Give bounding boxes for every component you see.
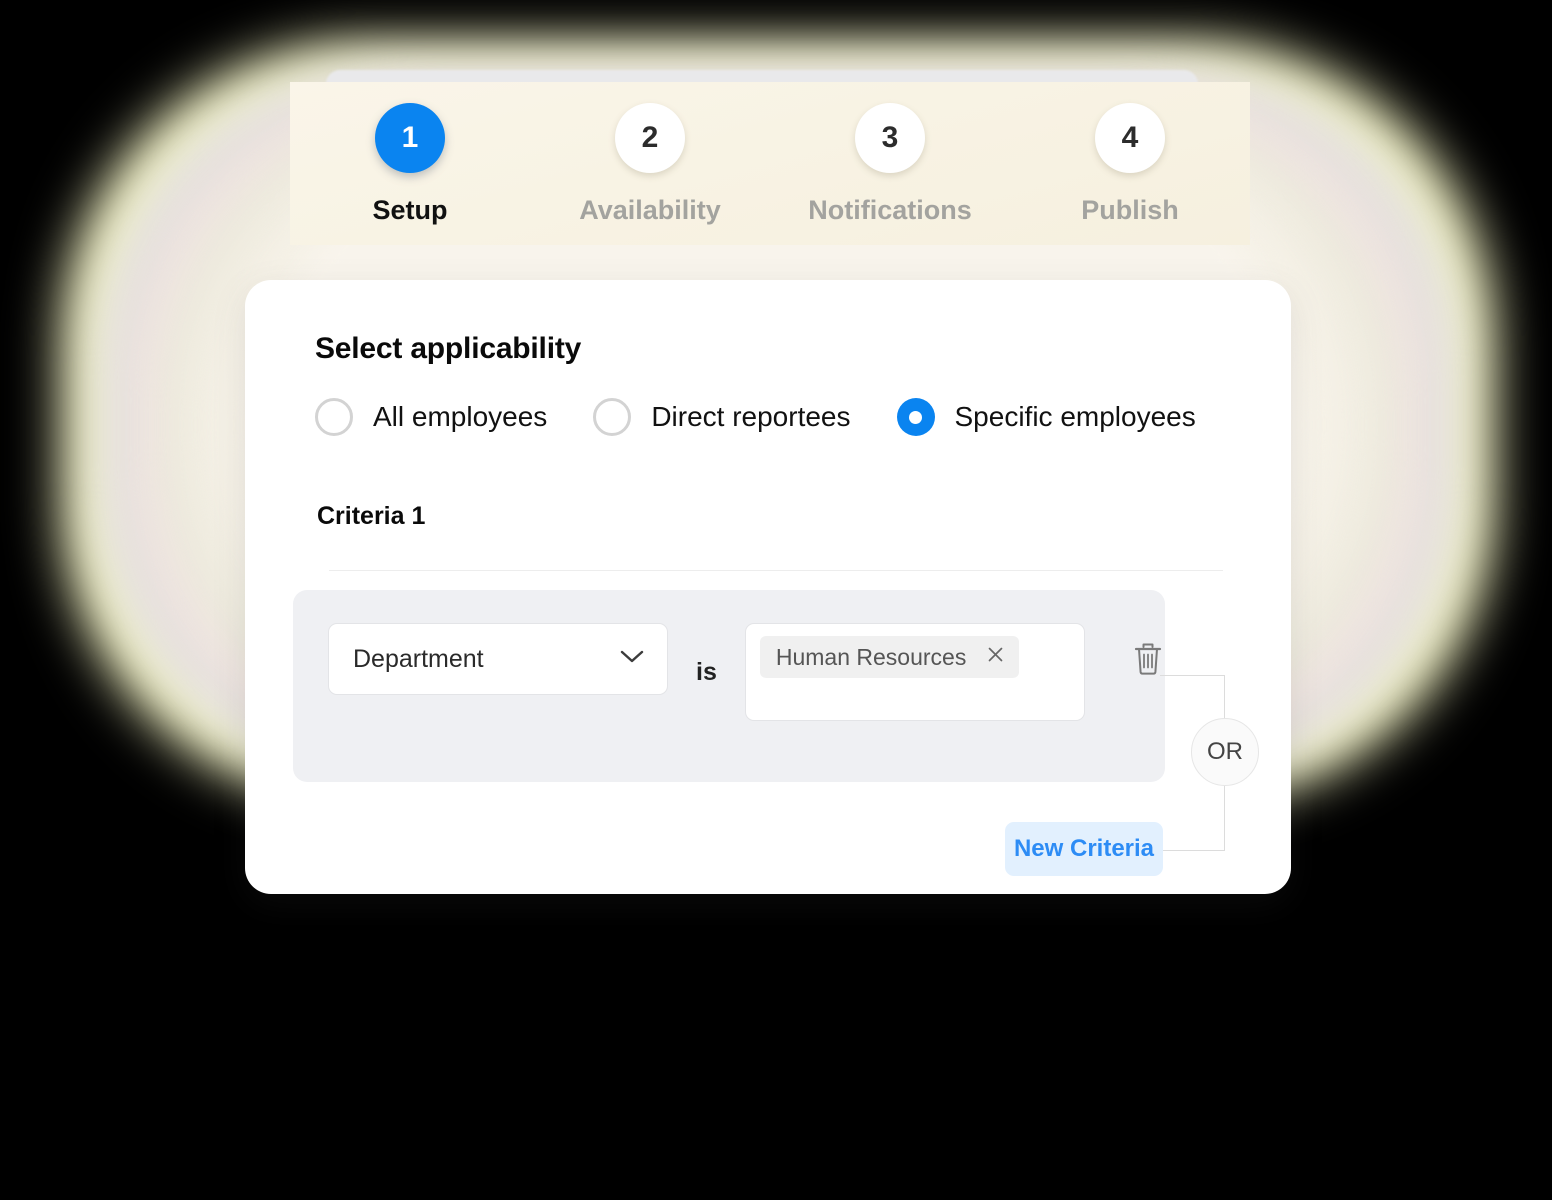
radio-option-all-employees[interactable]: All employees xyxy=(315,398,547,436)
step-item-setup[interactable]: 1 Setup xyxy=(290,82,530,226)
criteria-operator-label: is xyxy=(696,658,717,686)
new-criteria-label: New Criteria xyxy=(1013,835,1155,862)
page-title: Select applicability xyxy=(315,332,582,365)
criteria-row: Department is Human Resources xyxy=(328,623,1167,721)
radio-circle-icon[interactable] xyxy=(315,398,353,436)
step-label: Availability xyxy=(579,195,721,225)
criteria-row-block: Department is Human Resources xyxy=(293,590,1165,782)
criteria-value-chip[interactable]: Human Resources xyxy=(759,636,1020,678)
step-label: Setup xyxy=(372,195,448,225)
step-item-availability[interactable]: 2 Availability xyxy=(530,82,770,226)
step-label: Publish xyxy=(1081,195,1179,225)
radio-label: All employees xyxy=(373,401,548,432)
connector-line-bottom xyxy=(1160,850,1225,851)
radio-label: Direct reportees xyxy=(651,401,851,432)
step-number-badge: 3 xyxy=(855,103,925,173)
trash-icon xyxy=(1132,642,1164,679)
new-criteria-button[interactable]: New Criteria xyxy=(1005,822,1163,876)
section-divider xyxy=(329,570,1223,571)
or-connector-badge: OR xyxy=(1191,718,1259,786)
step-number-badge: 1 xyxy=(375,103,445,173)
step-item-publish[interactable]: 4 Publish xyxy=(1010,82,1250,226)
step-label: Notifications xyxy=(808,195,972,225)
radio-option-specific-employees[interactable]: Specific employees xyxy=(896,398,1196,436)
connector-line-top xyxy=(1160,675,1225,676)
criteria-heading: Criteria 1 xyxy=(317,502,426,530)
criteria-field-value: Department xyxy=(353,644,484,673)
criteria-value-input[interactable]: Human Resources xyxy=(744,623,1085,721)
step-number-badge: 2 xyxy=(615,103,685,173)
step-number-badge: 4 xyxy=(1095,103,1165,173)
criteria-field-select[interactable]: Department xyxy=(328,623,668,695)
radio-label: Specific employees xyxy=(954,401,1196,432)
applicability-radio-group: All employees Direct reportees Specific … xyxy=(315,398,1196,436)
close-icon[interactable] xyxy=(986,645,1005,669)
chevron-down-icon[interactable] xyxy=(619,649,645,670)
wizard-stepper: 1 Setup 2 Availability 3 Notifications 4… xyxy=(290,82,1250,245)
setup-panel: Select applicability All employees Direc… xyxy=(245,280,1291,894)
radio-circle-icon[interactable] xyxy=(593,398,632,436)
radio-circle-selected-icon[interactable] xyxy=(896,398,935,436)
chip-label: Human Resources xyxy=(775,643,967,670)
delete-criteria-button[interactable] xyxy=(1129,641,1167,679)
radio-option-direct-reportees[interactable]: Direct reportees xyxy=(593,398,851,436)
screenshot-stage: 1 Setup 2 Availability 3 Notifications 4… xyxy=(0,0,1552,1200)
step-item-notifications[interactable]: 3 Notifications xyxy=(770,82,1010,226)
